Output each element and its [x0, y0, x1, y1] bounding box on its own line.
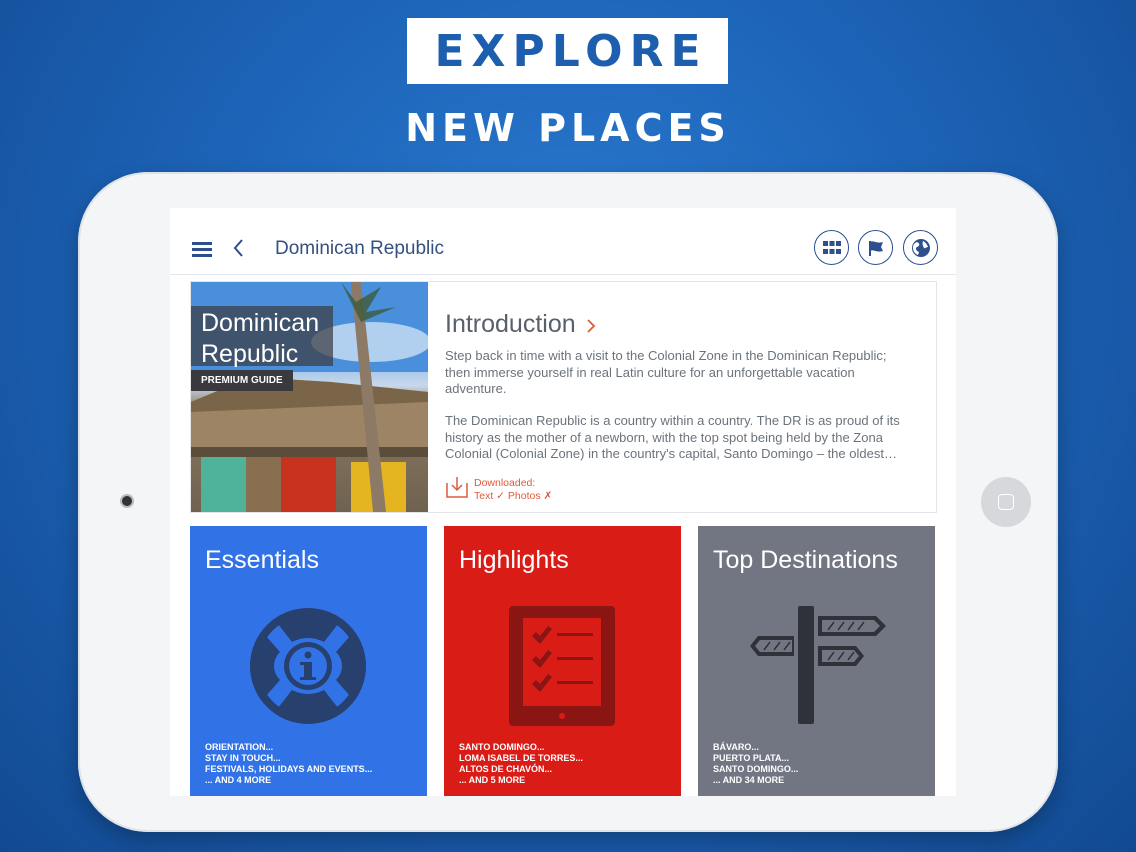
intro-paragraph-2: The Dominican Republic is a country with…: [445, 413, 900, 461]
home-button[interactable]: [981, 477, 1031, 527]
tile-items: BÁVARO... PUERTO PLATA... SANTO DOMINGO.…: [713, 742, 799, 785]
promo-headline-box: EXPLORE: [407, 18, 728, 84]
download-icon: [446, 477, 468, 498]
introduction-card[interactable]: Dominican Republic PREMIUM GUIDE Introdu…: [190, 281, 937, 513]
grid-icon: [822, 240, 841, 254]
lifebuoy-info-icon: [250, 608, 366, 724]
checklist-icon: [509, 606, 615, 726]
tile-title: Highlights: [459, 546, 569, 574]
flag-button[interactable]: [858, 230, 893, 265]
tile-essentials[interactable]: Essentials ORIENTATION... STAY IN TOUCH.…: [190, 526, 427, 796]
back-icon[interactable]: [232, 238, 244, 258]
page-title: Dominican Republic: [275, 238, 444, 259]
premium-badge: PREMIUM GUIDE: [191, 370, 293, 391]
globe-button[interactable]: [903, 230, 938, 265]
tile-top-destinations[interactable]: Top Destinations BÁVARO... PUERTO PLATA.…: [698, 526, 935, 796]
promo-subheadline: NEW PLACES: [405, 106, 731, 150]
introduction-heading[interactable]: Introduction: [445, 310, 576, 339]
grid-button[interactable]: [814, 230, 849, 265]
app-screen: Dominican Republic Dominican Republic PR…: [170, 208, 956, 796]
menu-icon[interactable]: [192, 242, 212, 257]
intro-paragraph-1: Step back in time with a visit to the Co…: [445, 348, 887, 396]
flag-icon: [868, 240, 883, 256]
promo-headline: EXPLORE: [434, 25, 708, 77]
tile-items: ORIENTATION... STAY IN TOUCH... FESTIVAL…: [205, 742, 373, 785]
tile-title: Top Destinations: [713, 546, 898, 574]
navbar: Dominican Republic: [170, 208, 956, 275]
tile-highlights[interactable]: Highlights SANTO DOMINGO... LOMA ISABEL …: [444, 526, 681, 796]
guide-title: Dominican Republic: [201, 309, 320, 368]
tile-items: SANTO DOMINGO... LOMA ISABEL DE TORRES..…: [459, 742, 583, 785]
tile-title: Essentials: [205, 546, 319, 574]
globe-icon: [911, 238, 930, 257]
chevron-right-icon[interactable]: [586, 318, 596, 334]
signpost-icon: [750, 606, 886, 724]
guide-cover-image: Dominican Republic PREMIUM GUIDE: [191, 282, 428, 512]
download-status: Downloaded: Text ✓ Photos ✗: [474, 477, 553, 502]
camera: [122, 496, 132, 506]
tablet-frame: Dominican Republic Dominican Republic PR…: [78, 172, 1058, 832]
